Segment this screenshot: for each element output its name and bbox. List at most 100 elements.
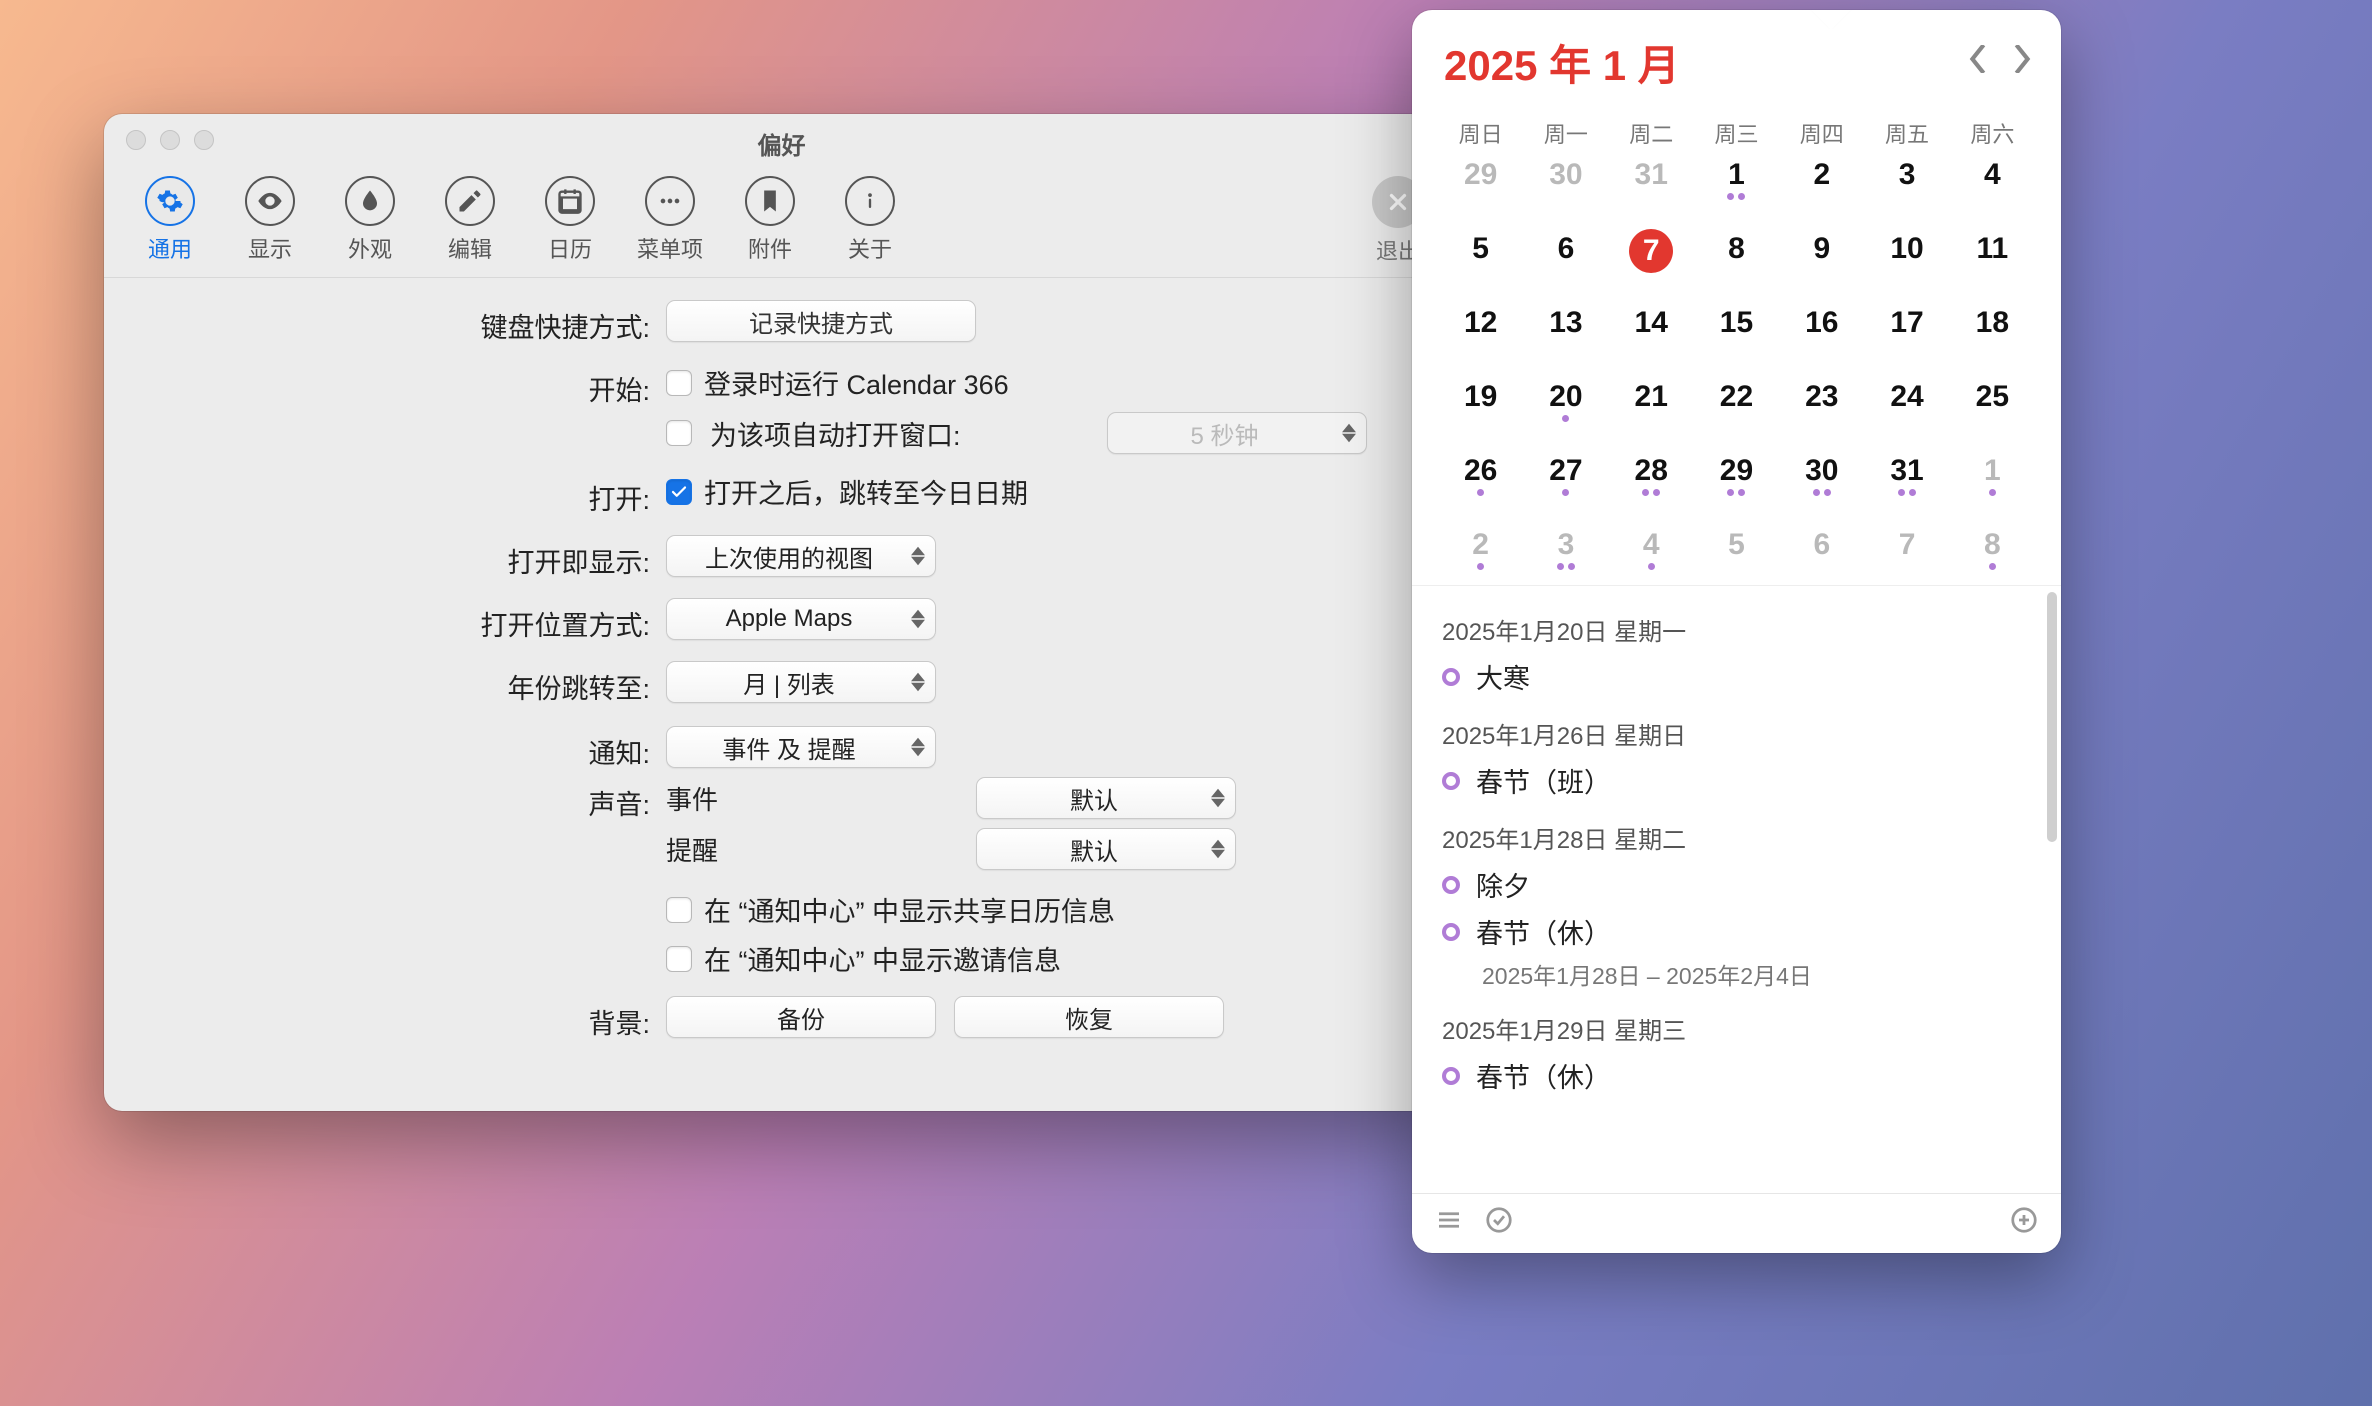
calendar-day[interactable]: 7 — [1609, 229, 1694, 281]
prefs-toolbar: 通用 显示 外观 编辑 日历 菜单项 附件 关于 — [104, 164, 1459, 278]
checkbox-auto-open-window[interactable] — [666, 420, 692, 446]
weekday-label: 周四 — [1779, 117, 1864, 149]
calendar-day[interactable]: 26 — [1438, 451, 1523, 503]
select-auto-open-delay[interactable]: 5 秒钟 — [1107, 412, 1367, 454]
select-notify[interactable]: 事件 及 提醒 — [666, 726, 936, 768]
event-item[interactable]: 春节（休） — [1442, 1056, 2031, 1095]
prev-month-button[interactable] — [1969, 45, 1987, 80]
select-year-jump[interactable]: 月 | 列表 — [666, 661, 936, 703]
calendar-day[interactable]: 25 — [1950, 377, 2035, 429]
calendar-day[interactable]: 27 — [1523, 451, 1608, 503]
gear-icon — [145, 176, 195, 226]
scrollbar-thumb[interactable] — [2047, 592, 2057, 842]
event-item[interactable]: 春节（班） — [1442, 761, 2031, 800]
add-button[interactable] — [2009, 1211, 2039, 1241]
event-bullet-icon — [1442, 876, 1460, 894]
check-circle-icon[interactable] — [1484, 1205, 1514, 1242]
window-titlebar[interactable]: 偏好 — [104, 114, 1459, 164]
event-date-header: 2025年1月26日 星期日 — [1442, 716, 2031, 751]
tab-calendar[interactable]: 日历 — [520, 170, 620, 274]
calendar-footer — [1412, 1193, 2061, 1253]
tab-editing[interactable]: 编辑 — [420, 170, 520, 274]
calendar-day[interactable]: 23 — [1779, 377, 1864, 429]
calendar-day[interactable]: 6 — [1779, 525, 1864, 577]
event-item[interactable]: 除夕 — [1442, 865, 2031, 904]
backup-button[interactable]: 备份 — [666, 996, 936, 1038]
checkbox-jump-to-today[interactable] — [666, 479, 692, 505]
calendar-day[interactable]: 1 — [1694, 155, 1779, 207]
calendar-day[interactable]: 29 — [1438, 155, 1523, 207]
calendar-day[interactable]: 14 — [1609, 303, 1694, 355]
calendar-day[interactable]: 31 — [1864, 451, 1949, 503]
checkbox-run-at-login[interactable] — [666, 370, 692, 396]
calendar-day[interactable]: 5 — [1694, 525, 1779, 577]
calendar-day[interactable]: 4 — [1609, 525, 1694, 577]
calendar-day[interactable]: 1 — [1950, 451, 2035, 503]
next-month-button[interactable] — [2013, 45, 2031, 80]
checkbox-nc-invite[interactable] — [666, 946, 692, 972]
calendar-day[interactable]: 10 — [1864, 229, 1949, 281]
weekday-label: 周五 — [1864, 117, 1949, 149]
calendar-day[interactable]: 9 — [1779, 229, 1864, 281]
event-subtitle: 2025年1月28日 – 2025年2月4日 — [1482, 957, 2031, 991]
weekday-label: 周一 — [1523, 117, 1608, 149]
calendar-day[interactable]: 18 — [1950, 303, 2035, 355]
calendar-day[interactable]: 11 — [1950, 229, 2035, 281]
chevron-updown-icon — [1211, 788, 1225, 808]
calendar-day[interactable]: 28 — [1609, 451, 1694, 503]
zoom-dot[interactable] — [194, 130, 214, 150]
calendar-day[interactable]: 31 — [1609, 155, 1694, 207]
calendar-day[interactable]: 19 — [1438, 377, 1523, 429]
tab-menu[interactable]: 菜单项 — [620, 170, 720, 274]
checkbox-label: 登录时运行 Calendar 366 — [704, 363, 1009, 402]
label-sound: 声音: — [146, 777, 666, 822]
calendar-day[interactable]: 3 — [1523, 525, 1608, 577]
event-item[interactable]: 春节（休） — [1442, 912, 2031, 951]
tab-attachments[interactable]: 附件 — [720, 170, 820, 274]
minimize-dot[interactable] — [160, 130, 180, 150]
calendar-day[interactable]: 21 — [1609, 377, 1694, 429]
traffic-lights[interactable] — [126, 130, 214, 150]
window-title: 偏好 — [104, 114, 1459, 161]
calendar-day[interactable]: 24 — [1864, 377, 1949, 429]
select-sound-events[interactable]: 默认 — [976, 777, 1236, 819]
calendar-day[interactable]: 6 — [1523, 229, 1608, 281]
calendar-day[interactable]: 30 — [1779, 451, 1864, 503]
label-start: 开始: — [146, 363, 666, 408]
calendar-day[interactable]: 16 — [1779, 303, 1864, 355]
select-location-app[interactable]: Apple Maps — [666, 598, 936, 640]
calendar-day[interactable]: 15 — [1694, 303, 1779, 355]
chevron-updown-icon — [911, 546, 925, 566]
calendar-day[interactable]: 12 — [1438, 303, 1523, 355]
tab-about[interactable]: 关于 — [820, 170, 920, 274]
select-sound-reminders[interactable]: 默认 — [976, 828, 1236, 870]
calendar-day[interactable]: 5 — [1438, 229, 1523, 281]
list-icon[interactable] — [1434, 1205, 1464, 1242]
calendar-day[interactable]: 17 — [1864, 303, 1949, 355]
checkbox-nc-shared[interactable] — [666, 897, 692, 923]
close-dot[interactable] — [126, 130, 146, 150]
event-title: 除夕 — [1476, 865, 1530, 904]
calendar-day[interactable]: 2 — [1438, 525, 1523, 577]
calendar-day[interactable]: 8 — [1950, 525, 2035, 577]
calendar-day[interactable]: 22 — [1694, 377, 1779, 429]
select-open-view[interactable]: 上次使用的视图 — [666, 535, 936, 577]
calendar-day[interactable]: 2 — [1779, 155, 1864, 207]
calendar-day[interactable]: 8 — [1694, 229, 1779, 281]
tab-general[interactable]: 通用 — [120, 170, 220, 274]
event-item[interactable]: 大寒 — [1442, 657, 2031, 696]
calendar-day[interactable]: 7 — [1864, 525, 1949, 577]
calendar-day[interactable]: 3 — [1864, 155, 1949, 207]
calendar-day[interactable]: 29 — [1694, 451, 1779, 503]
event-list[interactable]: 2025年1月20日 星期一大寒2025年1月26日 星期日春节（班）2025年… — [1412, 585, 2061, 1193]
calendar-day[interactable]: 13 — [1523, 303, 1608, 355]
calendar-title[interactable]: 2025 年 1 月 — [1444, 32, 1680, 93]
calendar-day[interactable]: 30 — [1523, 155, 1608, 207]
tab-display[interactable]: 显示 — [220, 170, 320, 274]
tab-appearance[interactable]: 外观 — [320, 170, 420, 274]
record-shortcut-button[interactable]: 记录快捷方式 — [666, 300, 976, 342]
restore-button[interactable]: 恢复 — [954, 996, 1224, 1038]
label-year-jump: 年份跳转至: — [146, 661, 666, 706]
calendar-day[interactable]: 20 — [1523, 377, 1608, 429]
calendar-day[interactable]: 4 — [1950, 155, 2035, 207]
